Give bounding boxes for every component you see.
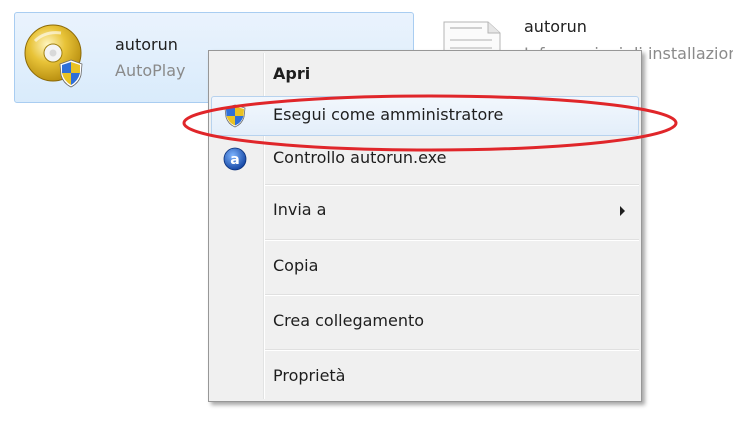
menu-item-label: Apri [273, 64, 311, 83]
menu-separator [265, 294, 639, 296]
file-name: autorun [115, 35, 178, 54]
menu-item-label: Esegui come amministratore [273, 105, 504, 124]
menu-item-create-shortcut[interactable]: Crea collegamento [211, 302, 639, 342]
menu-item-label: Invia a [273, 200, 327, 219]
autoplay-disc-icon [24, 24, 83, 88]
menu-item-label: Copia [273, 256, 319, 275]
menu-separator [265, 184, 639, 186]
menu-item-run-as-administrator[interactable]: Esegui come amministratore [211, 96, 639, 136]
menu-item-open[interactable]: Apri [211, 55, 639, 95]
submenu-arrow-icon [620, 206, 625, 216]
file-name: autorun [524, 17, 587, 36]
menu-item-label: Proprietà [273, 366, 346, 385]
menu-separator [265, 239, 639, 241]
menu-item-properties[interactable]: Proprietà [211, 357, 639, 397]
menu-item-send-to[interactable]: Invia a [211, 191, 639, 231]
file-type: AutoPlay [115, 61, 186, 80]
menu-item-label: Crea collegamento [273, 311, 425, 330]
menu-item-copy[interactable]: Copia [211, 247, 639, 287]
antivirus-icon: a [223, 147, 247, 171]
context-menu: Apri Esegui come amministratore a Contro… [208, 50, 642, 402]
menu-item-label: Controllo autorun.exe [273, 148, 447, 167]
menu-item-scan-autorun[interactable]: a Controllo autorun.exe [211, 139, 639, 179]
uac-shield-icon [224, 104, 246, 128]
menu-separator [265, 349, 639, 351]
svg-text:a: a [230, 152, 239, 168]
